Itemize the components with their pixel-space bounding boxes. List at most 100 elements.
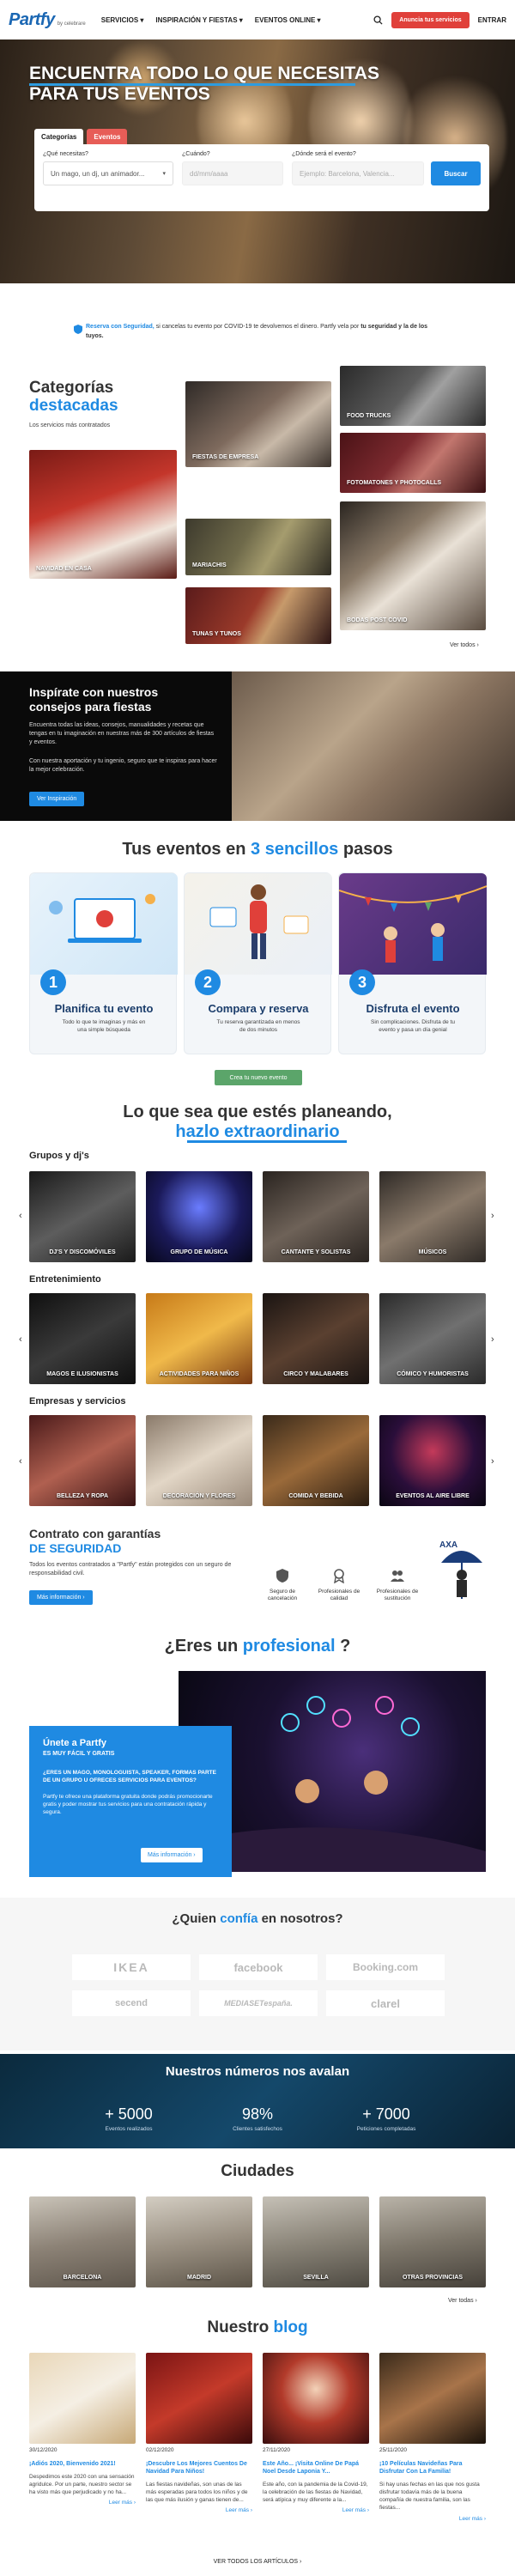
blog-post-card[interactable]: 02/12/2020 ¡Descubre Los Mejores Cuentos… (146, 2353, 252, 2513)
inspiration-text-1: Encuentra todas las ideas, consejos, man… (29, 722, 215, 745)
city-tile-sevilla[interactable]: SEVILLA (263, 2196, 369, 2287)
category-tile-navidad[interactable]: NAVIDAD EN CASA (29, 450, 177, 579)
group-tile-label: DECORACIÓN Y FLORES (162, 1493, 236, 1499)
city-label: OTRAS PROVINCIAS (402, 2275, 463, 2281)
award-icon (334, 1569, 344, 1583)
logo[interactable]: Partfy by celebrare (9, 10, 86, 30)
trust-title-c: en nosotros? (258, 1911, 343, 1926)
group-tile[interactable]: CANTANTE Y SOLISTAS (263, 1171, 369, 1262)
group-tile-label: BELLEZA Y ROPA (56, 1493, 109, 1499)
steps-title: Tus eventos en 3 sencillos pasos (0, 840, 515, 860)
group-tile[interactable]: ACTIVIDADES PARA NIÑOS (146, 1293, 252, 1384)
stat-label: Peticiones completadas (356, 2126, 416, 2132)
city-tile-madrid[interactable]: MADRID (146, 2196, 252, 2287)
planning-title-underline (187, 1140, 347, 1143)
read-more-link[interactable]: Leer más › (146, 2507, 252, 2513)
stat-label: Eventos realizados (105, 2126, 153, 2132)
what-label: ¿Qué necesitas? (43, 151, 88, 157)
read-more-link[interactable]: Leer más › (29, 2500, 136, 2506)
see-all-categories-link[interactable]: Ver todos › (450, 642, 479, 648)
carousel-next-icon[interactable]: › (491, 1334, 494, 1345)
group-tile-label: CANTANTE Y SOLISTAS (281, 1249, 351, 1255)
login-link[interactable]: ENTRAR (478, 16, 506, 24)
carousel-prev-icon[interactable]: ‹ (19, 1334, 22, 1345)
steps-title-b: 3 sencillos (251, 840, 339, 859)
blog-post-excerpt: Si hay unas fechas en las que nos gusta … (379, 2482, 480, 2512)
city-tile-barcelona[interactable]: BARCELONA (29, 2196, 136, 2287)
search-form: ¿Qué necesitas? Un mago, un dj, un anima… (34, 144, 489, 211)
date-input[interactable]: dd/mm/aaaa (182, 161, 283, 185)
blog-post-excerpt: Las fiestas navideñas, son unas de las m… (146, 2482, 248, 2504)
group-tile[interactable]: MAGOS E ILUSIONISTAS (29, 1293, 136, 1384)
search-icon[interactable] (373, 15, 383, 25)
step-number: 1 (40, 969, 66, 995)
category-tile-fotomatones[interactable]: FOTOMATONES Y PHOTOCALLS (340, 433, 486, 493)
stat-value: + 5000 (105, 2105, 153, 2123)
inspiration-button[interactable]: Ver Inspiración (29, 792, 85, 806)
advertise-services-button[interactable]: Anuncia tus servicios (391, 11, 470, 28)
read-more-link[interactable]: Leer más › (379, 2516, 486, 2522)
category-tile-fiestas-empresa[interactable]: FIESTAS DE EMPRESA (185, 381, 331, 467)
group-tile[interactable]: BELLEZA Y ROPA (29, 1415, 136, 1506)
carousel-prev-icon[interactable]: ‹ (19, 1211, 22, 1221)
menu-inspiracion[interactable]: INSPIRACIÓN Y FIESTAS ▾ (155, 16, 242, 24)
group-tile[interactable]: EVENTOS AL AIRE LIBRE (379, 1415, 486, 1506)
group-tile[interactable]: DJ'S Y DISCOMÓVILES (29, 1171, 136, 1262)
blog-post-card[interactable]: 30/12/2020 ¡Adiós 2020, Bienvenido 2021!… (29, 2353, 136, 2506)
search-button[interactable]: Buscar (431, 161, 481, 185)
group-label-entretenimiento: Entretenimiento (29, 1274, 101, 1285)
safe-booking-link[interactable]: Reserva con Seguridad, (86, 324, 154, 330)
guarantee-more-info-button[interactable]: Más información › (29, 1590, 93, 1605)
cities-title: Ciudades (221, 2162, 294, 2180)
join-more-info-button[interactable]: Más información › (141, 1848, 203, 1862)
group-tile[interactable]: COMIDA Y BEBIDA (263, 1415, 369, 1506)
logo-text: Partfy (9, 9, 55, 29)
carousel-next-icon[interactable]: › (491, 1456, 494, 1467)
blog-post-title[interactable]: ¡Descubre Los Mejores Cuentos De Navidad… (146, 2460, 252, 2476)
category-tile-bodas[interactable]: BODAS POST COVID (340, 501, 486, 630)
what-select[interactable]: Un mago, un dj, un animador... ▾ (43, 161, 173, 185)
see-all-cities-link[interactable]: Ver todas › (448, 2298, 477, 2304)
person-illustration-icon (209, 884, 309, 959)
category-tile-tunas[interactable]: TUNAS Y TUNOS (185, 587, 331, 644)
carousel-prev-icon[interactable]: ‹ (19, 1456, 22, 1467)
blog-post-title[interactable]: ¡Adiós 2020, Bienvenido 2021! (29, 2460, 136, 2468)
city-label: BARCELONA (63, 2275, 102, 2281)
location-input[interactable]: Ejemplo: Barcelona, Valencia... (292, 161, 424, 185)
menu-eventos-online[interactable]: EVENTOS ONLINE ▾ (255, 16, 321, 24)
menu-servicios[interactable]: SERVICIOS ▾ (101, 16, 144, 24)
tab-eventos[interactable]: Eventos (87, 129, 128, 145)
group-tile[interactable]: CIRCO Y MALABARES (263, 1293, 369, 1384)
group-tile-label: CÓMICO Y HUMORISTAS (397, 1371, 469, 1377)
stat-label: Clientes satisfechos (233, 2126, 282, 2132)
blog-post-card[interactable]: 25/11/2020 ¡10 Películas Navideñas Para … (379, 2353, 486, 2522)
tab-categorias[interactable]: Categorías (34, 129, 84, 145)
planning-title-1: Lo que sea que estés planeando, (123, 1103, 392, 1121)
category-tile-mariachis[interactable]: MARIACHIS (185, 519, 331, 575)
city-tile-otras[interactable]: OTRAS PROVINCIAS (379, 2196, 486, 2287)
tile-label: FOOD TRUCKS (347, 413, 391, 419)
blog-title: Nuestro blog (0, 2318, 515, 2337)
city-label: MADRID (187, 2275, 211, 2281)
step-text: Sin complicaciones. Disfruta de tu event… (371, 1019, 455, 1033)
guarantee-text: Todos los eventos contratados a "Partfy"… (29, 1562, 232, 1577)
group-tile[interactable]: CÓMICO Y HUMORISTAS (379, 1293, 486, 1384)
category-tile-food-trucks[interactable]: FOOD TRUCKS (340, 366, 486, 426)
blog-post-excerpt: Despedimos este 2020 con una sensación a… (29, 2474, 135, 2496)
group-tile[interactable]: GRUPO DE MÚSICA (146, 1171, 252, 1262)
step-number: 2 (195, 969, 221, 995)
group-tile[interactable]: MÚSICOS (379, 1171, 486, 1262)
blog-post-title[interactable]: ¡10 Películas Navideñas Para Disfrutar C… (379, 2460, 486, 2476)
inspiration-title: Inspírate con nuestros consejos para fie… (29, 685, 159, 714)
blog-post-date: 25/11/2020 (379, 2447, 408, 2453)
read-more-link[interactable]: Leer más › (263, 2507, 369, 2513)
trust-title-b: confía (220, 1911, 258, 1926)
top-navbar: Partfy by celebrare SERVICIOS ▾ INSPIRAC… (0, 0, 515, 39)
blog-post-card[interactable]: 27/11/2020 Este Año... ¡Visita Online De… (263, 2353, 369, 2513)
all-articles-link[interactable]: VER TODOS LOS ARTÍCULOS › (0, 2559, 515, 2565)
carousel-next-icon[interactable]: › (491, 1211, 494, 1221)
categories-title: Categorías destacadas (29, 379, 118, 416)
blog-post-title[interactable]: Este Año... ¡Visita Online De Papá Noel … (263, 2460, 369, 2476)
create-event-button[interactable]: Crea tu nuevo evento (215, 1070, 302, 1085)
group-tile[interactable]: DECORACIÓN Y FLORES (146, 1415, 252, 1506)
